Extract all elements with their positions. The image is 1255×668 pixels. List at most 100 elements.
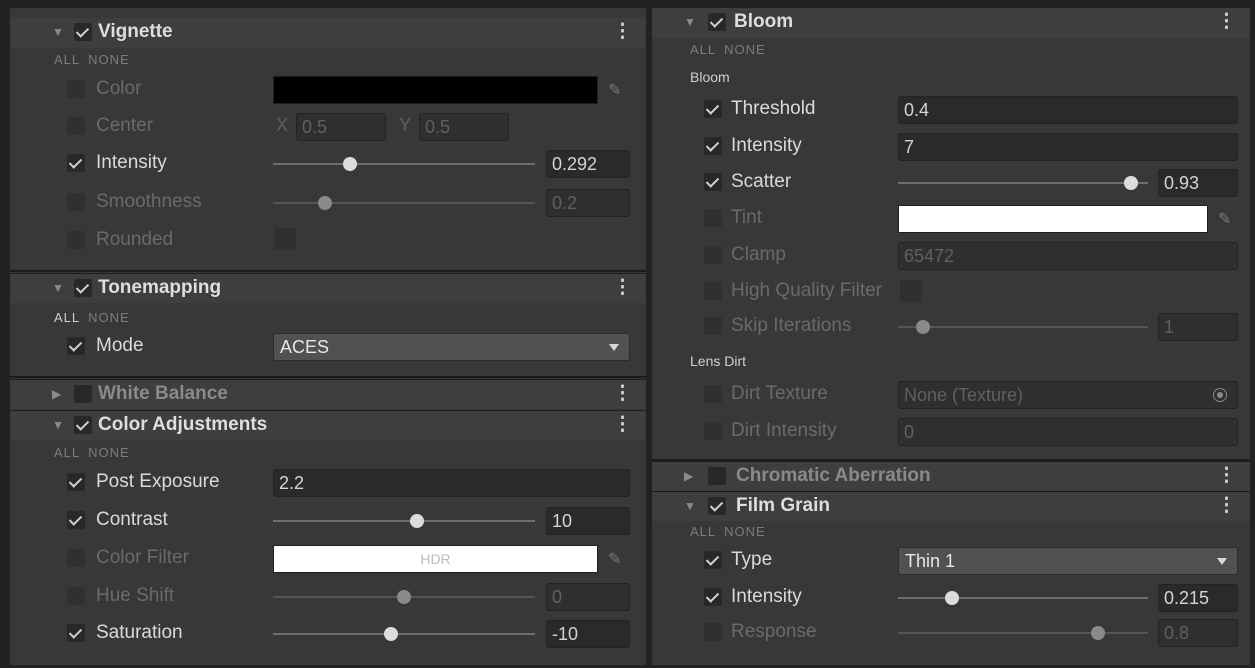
hq-filter-override-checkbox[interactable] [704,282,722,300]
kebab-menu-icon[interactable]: ⋮ [613,414,632,436]
slider-knob[interactable] [397,590,411,604]
slider-knob[interactable] [944,591,959,605]
slider-knob[interactable] [916,320,930,334]
mode-dropdown[interactable]: ACES [273,333,630,361]
chromatic-aberration-header[interactable]: ▶ Chromatic Aberration ⋮ [652,461,1250,491]
intensity-slider[interactable] [273,157,535,171]
vignette-enable-checkbox[interactable] [74,23,92,41]
color-override-checkbox[interactable] [67,80,85,98]
hue-shift-override-checkbox[interactable] [67,587,85,605]
eyedropper-icon[interactable]: ✎ [608,80,621,100]
fold-down-icon[interactable]: ▼ [684,15,696,29]
saturation-override-checkbox[interactable] [67,624,85,642]
eyedropper-icon[interactable]: ✎ [1218,209,1231,229]
skip-iterations-slider[interactable] [898,320,1148,334]
color-filter-override-checkbox[interactable] [67,549,85,567]
tonemapping-header[interactable]: ▼ Tonemapping ⋮ [10,273,646,303]
all-toggle[interactable]: ALL [690,524,716,539]
fold-down-icon[interactable]: ▼ [52,281,64,295]
none-toggle[interactable]: NONE [88,52,130,67]
kebab-menu-icon[interactable]: ⋮ [613,277,632,299]
slider-knob[interactable] [318,196,333,210]
center-y-input[interactable]: 0.5 [419,113,509,141]
hue-shift-slider[interactable] [273,590,535,604]
all-toggle[interactable]: ALL [690,42,716,57]
clamp-input[interactable]: 65472 [898,242,1238,270]
mode-override-checkbox[interactable] [67,337,85,355]
scatter-input[interactable]: 0.93 [1158,169,1238,197]
grain-intensity-input[interactable]: 0.215 [1158,584,1238,612]
tonemapping-enable-checkbox[interactable] [74,279,92,297]
center-override-checkbox[interactable] [67,117,85,135]
color-filter-swatch[interactable]: HDR [273,545,598,573]
type-dropdown[interactable]: Thin 1 [898,547,1238,575]
grain-intensity-slider[interactable] [898,591,1148,605]
vignette-header[interactable]: ▼ Vignette ⋮ [10,18,646,48]
fold-right-icon[interactable]: ▶ [52,387,61,401]
smoothness-input[interactable]: 0.2 [546,189,630,217]
rounded-override-checkbox[interactable] [67,231,85,249]
film-grain-header[interactable]: ▼ Film Grain ⋮ [652,491,1250,521]
response-slider[interactable] [898,626,1148,640]
contrast-slider[interactable] [273,514,535,528]
hq-filter-checkbox[interactable] [900,280,922,302]
clamp-override-checkbox[interactable] [704,246,722,264]
saturation-slider[interactable] [273,627,535,641]
white-balance-enable-checkbox[interactable] [74,385,92,403]
response-input[interactable]: 0.8 [1158,619,1238,647]
kebab-menu-icon[interactable]: ⋮ [613,383,632,405]
white-balance-header[interactable]: ▶ White Balance ⋮ [10,379,646,409]
none-toggle[interactable]: NONE [88,445,130,460]
fold-down-icon[interactable]: ▼ [684,499,696,513]
skip-iterations-override-checkbox[interactable] [704,317,722,335]
smoothness-override-checkbox[interactable] [67,193,85,211]
threshold-override-checkbox[interactable] [704,100,722,118]
fold-right-icon[interactable]: ▶ [684,469,693,483]
slider-knob[interactable] [410,514,425,528]
grain-intensity-override-checkbox[interactable] [704,588,722,606]
intensity-override-checkbox[interactable] [67,154,85,172]
saturation-input[interactable]: -10 [546,620,630,648]
color-adjustments-header[interactable]: ▼ Color Adjustments ⋮ [10,410,646,440]
contrast-override-checkbox[interactable] [67,511,85,529]
fold-down-icon[interactable]: ▼ [52,25,64,39]
hue-shift-input[interactable]: 0 [546,583,630,611]
color-adjustments-enable-checkbox[interactable] [74,416,92,434]
none-toggle[interactable]: NONE [88,310,130,325]
slider-knob[interactable] [1091,626,1105,640]
scatter-slider[interactable] [898,176,1148,190]
none-toggle[interactable]: NONE [724,42,766,57]
dirt-intensity-override-checkbox[interactable] [704,422,722,440]
threshold-input[interactable]: 0.4 [898,96,1238,124]
film-grain-enable-checkbox[interactable] [708,497,726,515]
smoothness-slider[interactable] [273,196,535,210]
response-override-checkbox[interactable] [704,623,722,641]
contrast-input[interactable]: 10 [546,507,630,535]
bloom-enable-checkbox[interactable] [708,13,726,31]
vignette-color-swatch[interactable] [273,76,598,104]
kebab-menu-icon[interactable]: ⋮ [1217,11,1236,33]
center-x-input[interactable]: 0.5 [296,113,386,141]
dirt-texture-override-checkbox[interactable] [704,385,722,403]
all-toggle[interactable]: ALL [54,310,80,325]
scatter-override-checkbox[interactable] [704,173,722,191]
fold-down-icon[interactable]: ▼ [52,418,64,432]
all-toggle[interactable]: ALL [54,52,80,67]
kebab-menu-icon[interactable]: ⋮ [613,21,632,43]
dirt-intensity-input[interactable]: 0 [898,418,1238,446]
intensity-input[interactable]: 0.292 [546,150,630,178]
slider-knob[interactable] [383,627,398,641]
none-toggle[interactable]: NONE [724,524,766,539]
tint-override-checkbox[interactable] [704,209,722,227]
object-picker-icon[interactable] [1213,388,1227,402]
type-override-checkbox[interactable] [704,551,722,569]
kebab-menu-icon[interactable]: ⋮ [1217,465,1236,487]
bloom-intensity-input[interactable]: 7 [898,133,1238,161]
all-toggle[interactable]: ALL [54,445,80,460]
bloom-header[interactable]: ▼ Bloom ⋮ [652,8,1250,38]
kebab-menu-icon[interactable]: ⋮ [1217,495,1236,517]
slider-knob[interactable] [342,157,357,171]
eyedropper-icon[interactable]: ✎ [608,549,621,569]
rounded-checkbox[interactable] [274,228,296,250]
bloom-intensity-override-checkbox[interactable] [704,137,722,155]
